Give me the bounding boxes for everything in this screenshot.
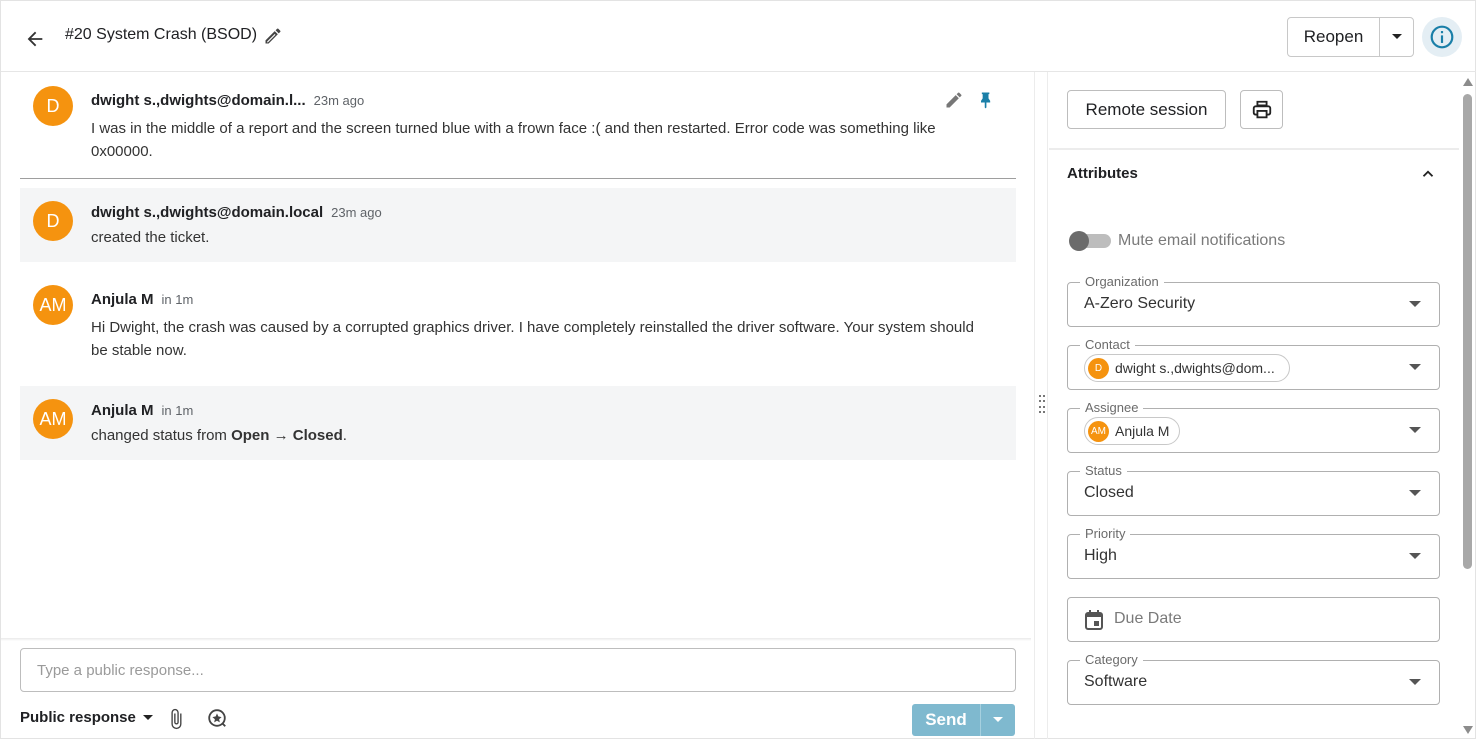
- message-time: 23m ago: [313, 93, 365, 108]
- message-item: D dwight s.,dwights@domain.l... 23m ago I…: [20, 72, 1016, 178]
- mute-notifications-label: Mute email notifications: [1118, 232, 1286, 249]
- attachment-icon[interactable]: [165, 707, 187, 731]
- status-select[interactable]: Status Closed: [1067, 463, 1440, 516]
- attributes-heading: Attributes: [1067, 165, 1138, 182]
- avatar: AM: [1088, 420, 1109, 442]
- reopen-button[interactable]: Reopen: [1288, 18, 1380, 56]
- category-select[interactable]: Category Software: [1067, 652, 1440, 705]
- send-options-caret-icon[interactable]: [981, 704, 1015, 736]
- ticket-view: #20 System Crash (BSOD) Reopen D dwight …: [0, 0, 1476, 739]
- pane-splitter[interactable]: [1034, 72, 1048, 739]
- organization-select[interactable]: Organization A-Zero Security: [1067, 274, 1440, 327]
- back-arrow-icon[interactable]: [21, 25, 49, 53]
- status-label: Status: [1080, 463, 1127, 479]
- author-name: dwight s.,dwights@domain.l...: [91, 92, 306, 109]
- priority-label: Priority: [1080, 526, 1131, 542]
- avatar: AM: [33, 399, 73, 439]
- contact-label: Contact: [1080, 337, 1135, 353]
- status-change-text: changed status from: [91, 427, 232, 444]
- contact-chip[interactable]: D dwight s.,dwights@dom...: [1084, 354, 1290, 382]
- ticket-details-panel: Remote session Attributes Mute email not…: [1049, 72, 1459, 739]
- category-value: Software: [1084, 673, 1148, 690]
- conversation-pane: D dwight s.,dwights@domain.l... 23m ago I…: [1, 72, 1034, 638]
- response-type-label: Public response: [20, 709, 136, 726]
- assignee-select[interactable]: Assignee AM Anjula M: [1067, 400, 1440, 453]
- event-body: changed status from Open → Closed.: [91, 424, 991, 447]
- ticket-title: #20 System Crash (BSOD): [65, 26, 258, 43]
- scroll-thumb[interactable]: [1463, 94, 1472, 569]
- dropdown-arrow-icon: [1409, 364, 1421, 370]
- message-time: 23m ago: [331, 205, 382, 220]
- reopen-button-group: Reopen: [1287, 17, 1414, 57]
- message-author: Anjula M in 1m: [91, 291, 193, 308]
- contact-value: dwight s.,dwights@dom...: [1115, 360, 1275, 376]
- assignee-value: Anjula M: [1115, 423, 1170, 439]
- chevron-down-icon: [142, 714, 153, 720]
- side-scrollbar[interactable]: [1459, 72, 1476, 739]
- calendar-icon: [1084, 609, 1104, 631]
- organization-label: Organization: [1080, 274, 1164, 290]
- send-button-group: Send: [912, 704, 1015, 736]
- assignee-label: Assignee: [1080, 400, 1144, 416]
- ticket-header: #20 System Crash (BSOD) Reopen: [1, 1, 1476, 72]
- remote-session-button[interactable]: Remote session: [1067, 90, 1226, 129]
- avatar: D: [33, 201, 73, 241]
- ai-assist-icon[interactable]: [206, 707, 228, 731]
- pinned-separator: [20, 178, 1016, 179]
- message-item: AM Anjula M in 1m Hi Dwight, the crash wa…: [20, 276, 1016, 376]
- info-icon[interactable]: [1422, 17, 1462, 57]
- priority-value: High: [1084, 547, 1117, 564]
- status-value: Closed: [1084, 484, 1134, 501]
- reopen-dropdown-caret-icon[interactable]: [1380, 18, 1413, 56]
- scroll-down-arrow-icon[interactable]: [1463, 726, 1473, 734]
- dropdown-arrow-icon: [1409, 427, 1421, 433]
- print-button[interactable]: [1240, 90, 1283, 129]
- mute-notifications-toggle[interactable]: [1069, 231, 1113, 251]
- response-type-select[interactable]: Public response: [20, 709, 154, 726]
- category-label: Category: [1080, 652, 1143, 668]
- dropdown-arrow-icon: [1409, 679, 1421, 685]
- avatar: AM: [33, 285, 73, 325]
- message-time: in 1m: [161, 292, 194, 307]
- side-divider: [1049, 148, 1459, 150]
- avatar: D: [1088, 357, 1109, 379]
- dropdown-arrow-icon: [1409, 301, 1421, 307]
- status-suffix: .: [342, 427, 347, 444]
- composer-divider: [1, 638, 1031, 641]
- reply-input[interactable]: [20, 648, 1016, 692]
- due-date-field[interactable]: Due Date: [1067, 597, 1440, 642]
- edit-title-pencil-icon[interactable]: [263, 26, 283, 46]
- status-to: Closed: [292, 427, 343, 444]
- send-button[interactable]: Send: [912, 704, 981, 736]
- contact-select[interactable]: Contact D dwight s.,dwights@dom...: [1067, 337, 1440, 390]
- chevron-up-icon[interactable]: [1419, 165, 1439, 185]
- due-date-placeholder: Due Date: [1114, 610, 1182, 627]
- printer-icon: [1252, 100, 1271, 118]
- event-body: created the ticket.: [91, 229, 210, 246]
- avatar: D: [33, 86, 73, 126]
- edit-message-pencil-icon[interactable]: [944, 90, 964, 115]
- status-arrow: →: [269, 427, 293, 444]
- message-author: dwight s.,dwights@domain.local 23m ago: [91, 204, 382, 221]
- scroll-up-arrow-icon[interactable]: [1463, 78, 1473, 86]
- message-actions: [944, 90, 996, 115]
- author-name: Anjula M: [91, 402, 154, 419]
- dropdown-arrow-icon: [1409, 490, 1421, 496]
- author-name: dwight s.,dwights@domain.local: [91, 204, 324, 221]
- status-from: Open: [231, 427, 270, 444]
- message-author: Anjula M in 1m: [91, 402, 193, 419]
- drag-handle-icon[interactable]: [1039, 395, 1045, 413]
- author-name: Anjula M: [91, 291, 154, 308]
- organization-value: A-Zero Security: [1084, 295, 1196, 312]
- event-item: D dwight s.,dwights@domain.local 23m ago …: [20, 188, 1016, 262]
- pin-icon[interactable]: [976, 90, 996, 115]
- assignee-chip[interactable]: AM Anjula M: [1084, 417, 1181, 445]
- message-body: I was in the middle of a report and the …: [91, 120, 936, 160]
- event-item: AM Anjula M in 1m changed status from Ope…: [20, 386, 1016, 460]
- message-body: Hi Dwight, the crash was caused by a cor…: [91, 319, 974, 359]
- message-time: in 1m: [161, 403, 194, 418]
- dropdown-arrow-icon: [1409, 553, 1421, 559]
- message-author: dwight s.,dwights@domain.l... 23m ago: [91, 92, 364, 109]
- priority-select[interactable]: Priority High: [1067, 526, 1440, 579]
